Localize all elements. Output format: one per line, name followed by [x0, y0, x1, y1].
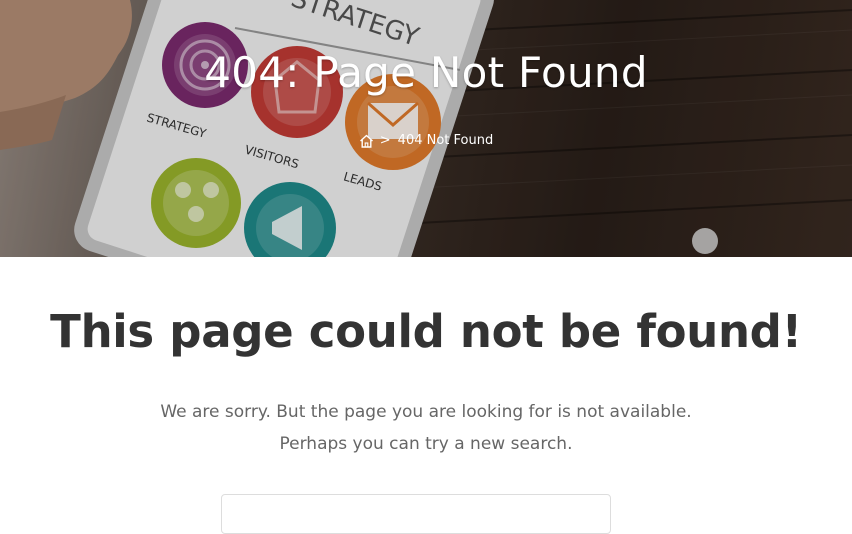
breadcrumb-home-link[interactable]	[359, 134, 374, 148]
breadcrumb: > 404 Not Found	[0, 133, 852, 148]
breadcrumb-separator: >	[379, 133, 391, 148]
message-line-1: We are sorry. But the page you are looki…	[160, 402, 692, 422]
not-found-message: We are sorry. But the page you are looki…	[0, 396, 852, 460]
not-found-heading: This page could not be found!	[50, 305, 802, 358]
message-line-2: Perhaps you can try a new search.	[279, 434, 573, 454]
search-input[interactable]	[221, 494, 611, 534]
hero-overlay	[0, 0, 852, 257]
page-title: 404: Page Not Found	[204, 48, 648, 97]
home-icon[interactable]	[359, 134, 374, 148]
breadcrumb-current: 404 Not Found	[397, 133, 494, 148]
page-header-banner: STRATEGY STRATEGY VISITORS LEADS 404: Pa…	[0, 0, 852, 257]
